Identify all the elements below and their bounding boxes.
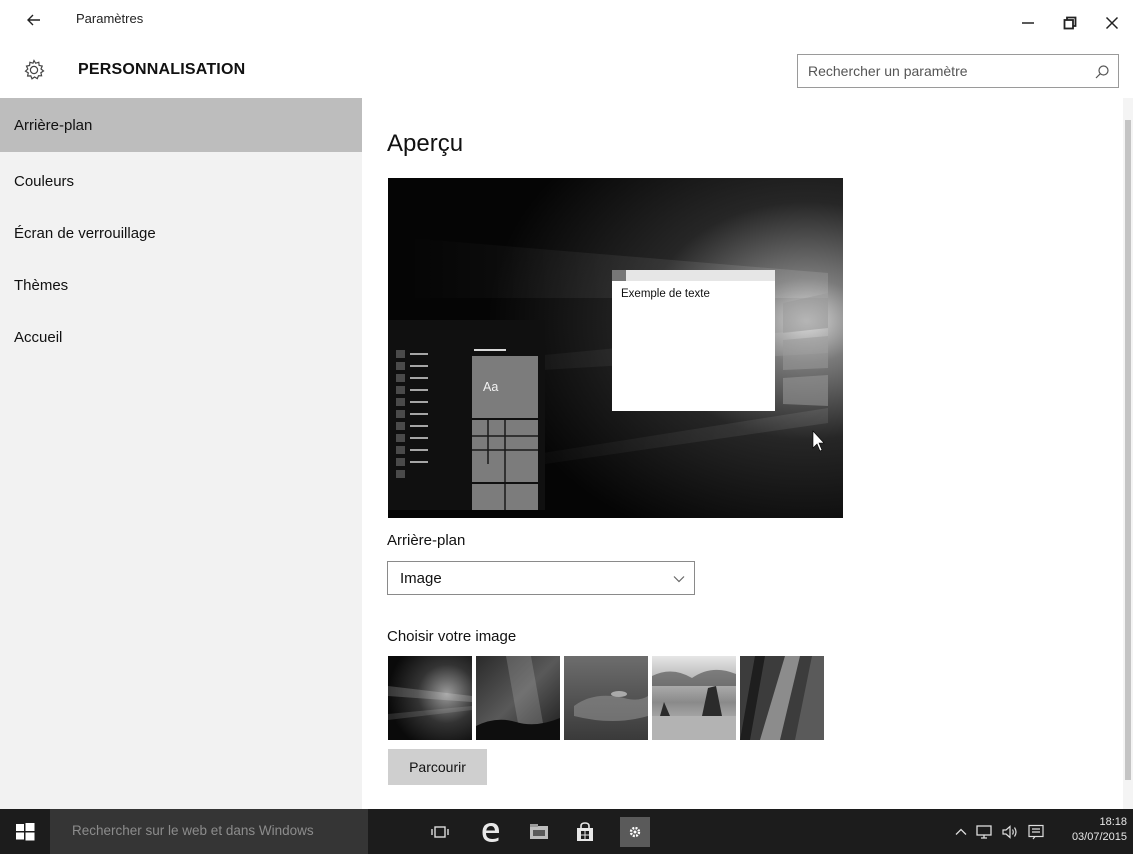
sidebar-item-label: Arrière-plan [14,116,93,134]
preview-sample-text: Exemple de texte [621,288,710,300]
background-preview: Aa Exemple de texte [388,178,843,518]
close-icon [1105,16,1119,30]
windows-start-icon[interactable] [14,821,36,843]
back-arrow-icon[interactable] [24,10,44,30]
thumbnail-image-4[interactable] [652,656,736,740]
scrollbar-thumb[interactable] [1125,120,1131,780]
task-view-icon[interactable] [427,819,453,845]
browse-button[interactable]: Parcourir [388,749,487,785]
preview-artwork [388,178,843,518]
sidebar: Arrière-plan Couleurs Écran de verrouill… [0,98,362,809]
main-content: Aperçu Aa Exemple de texte Arrière-plan … [362,98,1133,809]
search-box[interactable] [797,54,1119,88]
settings-icon[interactable] [620,817,650,847]
choose-image-label: Choisir votre image [387,628,517,645]
volume-icon[interactable] [1000,823,1020,841]
page-title: Aperçu [387,130,464,157]
network-icon[interactable] [974,823,994,841]
thumbnail-image-2[interactable] [476,656,560,740]
sidebar-item-label: Accueil [14,328,63,346]
preview-tile-text: Aa [483,380,499,394]
taskbar-search-box[interactable]: Rechercher sur le web et dans Windows [50,809,368,854]
settings-header: PERSONNALISATION [0,46,1133,98]
sidebar-item-label: Couleurs [14,172,75,190]
file-explorer-icon[interactable] [526,819,552,845]
image-thumbnails [388,656,828,740]
background-type-dropdown[interactable]: Image [387,561,695,595]
background-label: Arrière-plan [387,532,466,549]
close-button[interactable] [1092,8,1132,38]
chevron-up-icon[interactable] [953,823,969,841]
taskbar-clock[interactable]: 18:18 03/07/2015 [1072,815,1127,845]
chevron-down-icon [672,572,686,586]
sidebar-item-themes[interactable]: Thèmes [0,258,362,312]
gear-icon [22,58,46,82]
app-title: Paramètres [76,11,144,26]
scrollbar[interactable] [1123,98,1133,809]
sidebar-item-arriere-plan[interactable]: Arrière-plan [0,98,362,152]
page-section-title: PERSONNALISATION [78,61,246,78]
thumbnail-image-1[interactable] [388,656,472,740]
edge-icon[interactable] [478,819,504,845]
minimize-button[interactable] [1008,8,1048,38]
clock-date: 03/07/2015 [1071,831,1127,843]
search-icon[interactable] [1094,64,1110,80]
taskbar: Rechercher sur le web et dans Windows 18… [0,809,1133,854]
restore-button[interactable] [1050,8,1090,38]
sidebar-item-label: Écran de verrouillage [14,224,156,242]
clock-time: 18:18 [1099,816,1127,828]
dropdown-value: Image [400,570,442,587]
title-bar: Paramètres [0,0,1133,46]
sidebar-item-label: Thèmes [14,276,69,294]
notifications-icon[interactable] [1026,823,1046,841]
thumbnail-image-5[interactable] [740,656,824,740]
taskbar-search-text: Rechercher sur le web et dans Windows [72,823,314,838]
thumbnail-image-3[interactable] [564,656,648,740]
sidebar-item-ecran-de-verrouillage[interactable]: Écran de verrouillage [0,206,362,260]
store-icon[interactable] [572,819,598,845]
minimize-icon [1021,16,1035,30]
sidebar-item-couleurs[interactable]: Couleurs [0,154,362,208]
sidebar-item-accueil[interactable]: Accueil [0,310,362,364]
search-input[interactable] [798,55,1088,87]
restore-icon [1063,16,1077,30]
